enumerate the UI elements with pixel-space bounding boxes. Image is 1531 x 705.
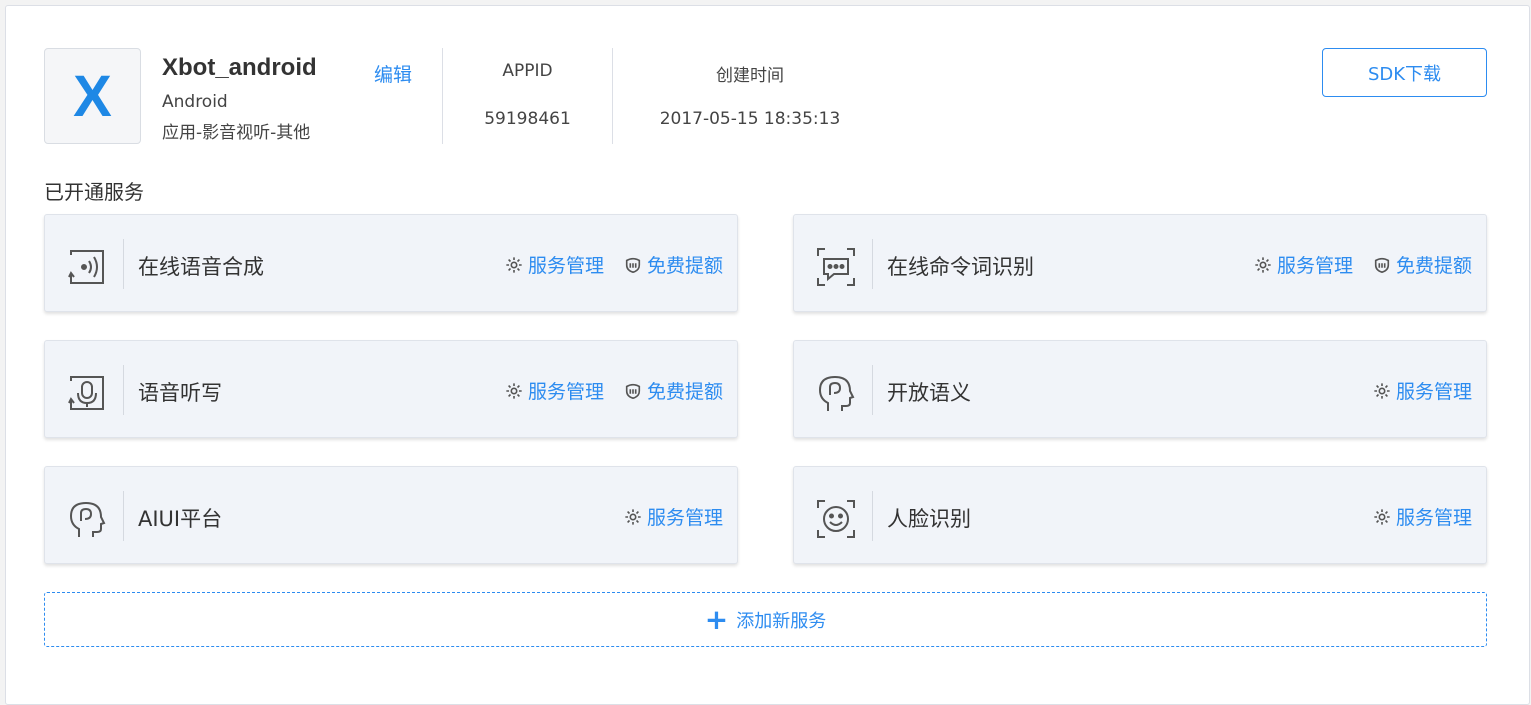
service-manage-link[interactable]: 服务管理 xyxy=(624,503,723,530)
card-divider xyxy=(123,491,124,541)
free-quota-link[interactable]: 免费提额 xyxy=(1373,251,1472,278)
appid-label: APPID xyxy=(502,61,553,81)
app-platform: Android xyxy=(162,92,228,112)
service-manage-label: 服务管理 xyxy=(1395,507,1472,529)
gear-icon xyxy=(1255,256,1271,273)
service-name: 开放语义 xyxy=(887,381,971,405)
microphone-icon xyxy=(67,373,107,413)
service-name: AIUI平台 xyxy=(138,507,223,531)
services-section-title: 已开通服务 xyxy=(44,180,144,204)
free-quota-link[interactable]: 免费提额 xyxy=(624,251,723,278)
free-quota-link[interactable]: 免费提额 xyxy=(624,377,723,404)
created-label: 创建时间 xyxy=(716,66,784,86)
card-divider xyxy=(872,491,873,541)
card-divider xyxy=(123,365,124,415)
face-scan-icon xyxy=(816,499,856,539)
shield-icon xyxy=(625,257,641,273)
gear-icon xyxy=(506,256,522,273)
edit-link[interactable]: 编辑 xyxy=(374,60,412,87)
card-divider xyxy=(872,365,873,415)
gear-icon xyxy=(1374,382,1390,399)
service-name: 人脸识别 xyxy=(887,507,971,531)
app-logo-letter: X xyxy=(73,63,112,129)
app-name: Xbot_android xyxy=(162,54,317,81)
add-service-label: 添加新服务 xyxy=(736,610,827,632)
service-card: 人脸识别 服务管理 xyxy=(793,466,1487,564)
appid-value: 59198461 xyxy=(484,109,571,129)
add-service-button[interactable]: + 添加新服务 xyxy=(44,592,1487,647)
gear-icon xyxy=(1374,508,1390,525)
gear-icon xyxy=(506,382,522,399)
card-divider xyxy=(872,239,873,289)
card-divider xyxy=(123,239,124,289)
created-value: 2017-05-15 18:35:13 xyxy=(659,109,841,129)
service-name: 在线命令词识别 xyxy=(887,255,1034,279)
service-manage-link[interactable]: 服务管理 xyxy=(1254,251,1353,278)
service-manage-label: 服务管理 xyxy=(1395,381,1472,403)
service-card: 开放语义 服务管理 xyxy=(793,340,1487,438)
app-category: 应用-影音视听-其他 xyxy=(162,123,311,143)
free-quota-label: 免费提额 xyxy=(646,255,723,277)
service-card: 语音听写 服务管理 免费提额 xyxy=(44,340,738,438)
service-manage-link[interactable]: 服务管理 xyxy=(1373,377,1472,404)
sdk-download-button[interactable]: SDK下载 xyxy=(1322,48,1487,97)
free-quota-label: 免费提额 xyxy=(1395,255,1472,277)
shield-icon xyxy=(1374,257,1390,273)
service-card: AIUI平台 服务管理 xyxy=(44,466,738,564)
head-icon xyxy=(816,373,856,413)
service-manage-label: 服务管理 xyxy=(527,381,604,403)
service-name: 语音听写 xyxy=(138,381,222,405)
chat-bubble-scan-icon xyxy=(816,247,856,287)
head-icon xyxy=(67,499,107,539)
service-card: 在线语音合成 服务管理 免费提额 xyxy=(44,214,738,312)
service-name: 在线语音合成 xyxy=(138,255,264,279)
free-quota-label: 免费提额 xyxy=(646,381,723,403)
service-manage-link[interactable]: 服务管理 xyxy=(505,377,604,404)
service-manage-label: 服务管理 xyxy=(646,507,723,529)
shield-icon xyxy=(625,383,641,399)
service-manage-label: 服务管理 xyxy=(1276,255,1353,277)
service-manage-link[interactable]: 服务管理 xyxy=(505,251,604,278)
service-manage-link[interactable]: 服务管理 xyxy=(1373,503,1472,530)
service-manage-label: 服务管理 xyxy=(527,255,604,277)
speaker-wave-icon xyxy=(67,247,107,287)
gear-icon xyxy=(625,508,641,525)
app-logo: X xyxy=(44,48,141,144)
service-card: 在线命令词识别 服务管理 免费提额 xyxy=(793,214,1487,312)
plus-icon: + xyxy=(704,602,729,636)
